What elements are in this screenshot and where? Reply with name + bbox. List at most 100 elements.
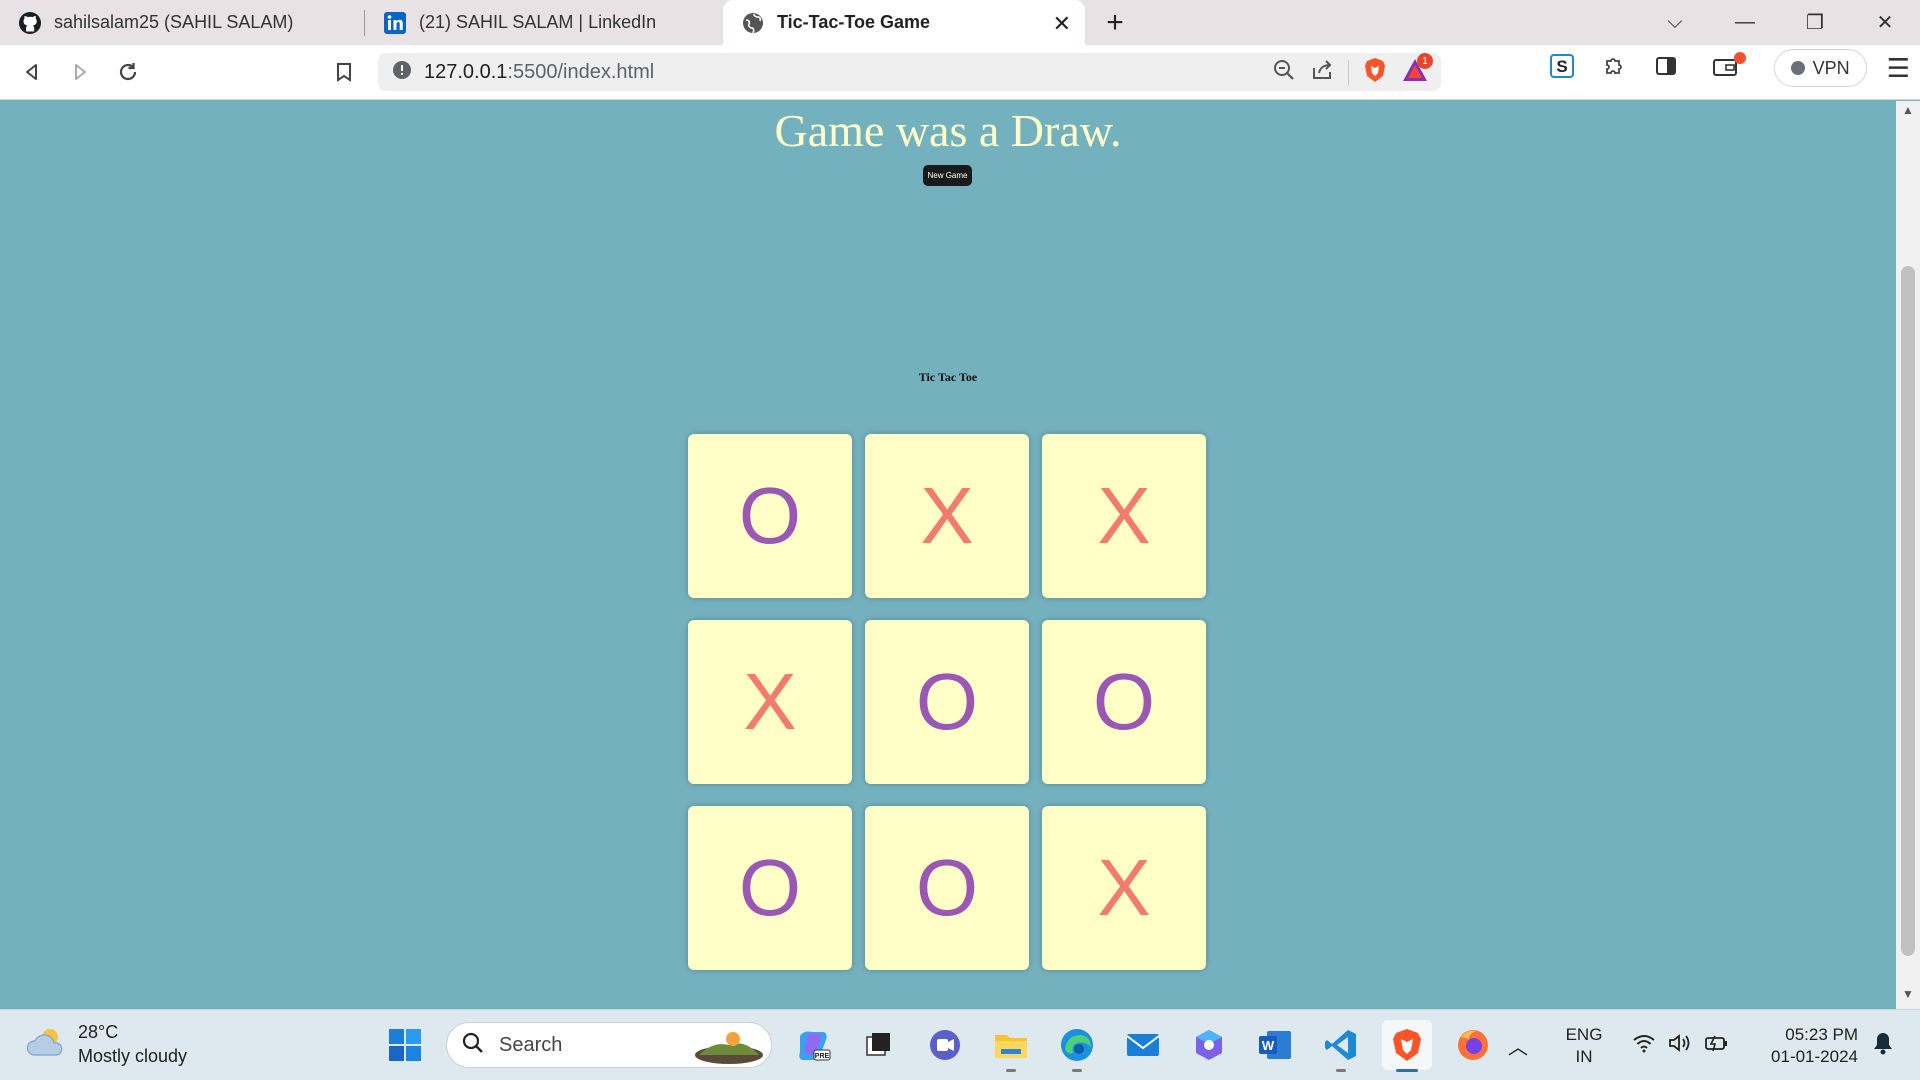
weather-description: Mostly cloudy	[78, 1046, 188, 1066]
game-result-message: Game was a Draw.	[774, 105, 1122, 156]
share-icon[interactable]	[1310, 58, 1334, 87]
scrollbar-thumb[interactable]	[1901, 266, 1915, 956]
scroll-down-arrow-icon[interactable]: ▼	[1896, 987, 1920, 1007]
zoom-icon[interactable]	[1272, 58, 1296, 87]
vpn-label: VPN	[1812, 57, 1850, 78]
board-cell-3[interactable]: X	[1042, 434, 1206, 598]
region-code: IN	[1575, 1046, 1593, 1066]
close-tab-icon[interactable]: ✕	[1053, 11, 1071, 37]
close-window-button[interactable]: ✕	[1850, 10, 1920, 35]
tab-label: sahilsalam25 (SAHIL SALAM)	[54, 12, 294, 32]
show-hidden-icons-chevron-icon[interactable]: ︿	[1508, 1031, 1528, 1060]
wallet-notification-dot	[1733, 51, 1746, 64]
temperature: 28°C	[78, 1022, 119, 1042]
browser-toolbar: 127.0.0.1:5500/index.html 1 S VPN ☰	[0, 45, 1920, 100]
system-tray: ︿ ENG IN 05:23 PM 01-01-2024	[1508, 1010, 1920, 1080]
new-game-button[interactable]: New Game	[923, 165, 972, 186]
word-icon[interactable]: W	[1250, 1020, 1300, 1070]
search-placeholder: Search	[499, 1033, 563, 1056]
battery-charging-icon	[1704, 1033, 1730, 1058]
board-cell-7[interactable]: O	[688, 806, 852, 970]
rewards-badge: 1	[1417, 53, 1433, 69]
divider	[1348, 59, 1349, 86]
language-code: ENG	[1565, 1024, 1603, 1044]
svg-text:W: W	[1262, 1038, 1275, 1053]
taskbar-pinned-apps: Search PRE W	[380, 1018, 1498, 1072]
svg-text:PRE: PRE	[815, 1053, 830, 1060]
board-cell-9[interactable]: X	[1042, 806, 1206, 970]
page-viewport: Game was a Draw. New Game Tic Tac Toe O …	[0, 101, 1896, 1009]
github-icon	[18, 11, 42, 35]
clock[interactable]: 05:23 PM 01-01-2024	[1748, 1024, 1858, 1068]
input-language[interactable]: ENG IN	[1554, 1024, 1614, 1068]
board-cell-2[interactable]: X	[865, 434, 1029, 598]
globe-icon	[741, 11, 765, 35]
file-explorer-icon[interactable]	[986, 1020, 1036, 1072]
task-view-icon[interactable]	[854, 1020, 904, 1070]
brave-rewards-icon[interactable]: 1	[1401, 53, 1433, 88]
weather-widget[interactable]: 28°C Mostly cloudy	[26, 1020, 187, 1068]
windows-taskbar: 28°C Mostly cloudy Search PRE W ︿ ENG IN…	[0, 1009, 1920, 1080]
notifications-bell-icon[interactable]	[1872, 1031, 1894, 1060]
reload-button[interactable]	[104, 48, 152, 96]
tab-tic-tac-toe[interactable]: Tic-Tac-Toe Game ✕	[723, 0, 1085, 45]
extension-s-icon[interactable]: S	[1549, 53, 1574, 83]
windows-start-icon[interactable]	[380, 1020, 430, 1070]
board-cell-8[interactable]: O	[865, 806, 1029, 970]
vscode-icon[interactable]	[1316, 1020, 1366, 1072]
toolbar-extensions: S VPN ☰	[1549, 49, 1910, 87]
board-cell-1[interactable]: O	[688, 434, 852, 598]
back-button[interactable]	[8, 48, 56, 96]
edge-icon[interactable]	[1052, 1020, 1102, 1072]
clock-date: 01-01-2024	[1771, 1046, 1858, 1066]
tab-label: Tic-Tac-Toe Game	[777, 12, 931, 32]
wallet-icon[interactable]	[1712, 51, 1746, 83]
tic-tac-toe-board: O X X X O O O O X	[688, 434, 1208, 970]
search-highlight-icon	[693, 1027, 765, 1070]
forward-button[interactable]	[56, 48, 104, 96]
wifi-icon	[1632, 1033, 1656, 1058]
board-cell-6[interactable]: O	[1042, 620, 1206, 784]
address-bar[interactable]: 127.0.0.1:5500/index.html 1	[378, 53, 1441, 91]
copilot-icon[interactable]: PRE	[788, 1020, 838, 1070]
site-info-icon[interactable]	[392, 60, 412, 85]
restore-button[interactable]: ❐	[1780, 10, 1850, 35]
svg-text:S: S	[1556, 57, 1567, 76]
tab-github[interactable]: sahilsalam25 (SAHIL SALAM)	[0, 0, 365, 45]
window-controls: ⌵ — ❐ ✕	[1640, 0, 1920, 45]
menu-hamburger-icon[interactable]: ☰	[1887, 53, 1910, 84]
minimize-button[interactable]: —	[1710, 11, 1780, 34]
scroll-up-arrow-icon[interactable]: ▲	[1896, 103, 1920, 123]
running-indicator	[1006, 1069, 1016, 1072]
volume-icon	[1668, 1033, 1692, 1058]
browser-tab-strip: sahilsalam25 (SAHIL SALAM) (21) SAHIL SA…	[0, 0, 1920, 45]
linkedin-icon	[383, 11, 407, 35]
game-title: Tic Tac Toe	[918, 370, 978, 384]
cloudy-weather-icon	[26, 1025, 66, 1064]
clock-time: 05:23 PM	[1785, 1024, 1858, 1044]
page-scrollbar[interactable]: ▲ ▼	[1896, 101, 1920, 1009]
board-cell-5[interactable]: O	[865, 620, 1029, 784]
board-cell-4[interactable]: X	[688, 620, 852, 784]
new-tab-button[interactable]: +	[1085, 0, 1145, 45]
active-window-indicator	[1396, 1069, 1418, 1072]
vpn-button[interactable]: VPN	[1773, 49, 1867, 87]
brave-icon[interactable]	[1382, 1020, 1432, 1072]
firefox-icon[interactable]	[1448, 1020, 1498, 1070]
teams-chat-icon[interactable]	[920, 1020, 970, 1070]
tab-label: (21) SAHIL SALAM | LinkedIn	[419, 12, 657, 32]
mail-icon[interactable]	[1118, 1020, 1168, 1070]
bookmark-button[interactable]	[320, 48, 368, 96]
brave-shields-icon[interactable]	[1363, 57, 1387, 88]
url-text[interactable]: 127.0.0.1:5500/index.html	[424, 61, 654, 84]
tab-linkedin[interactable]: (21) SAHIL SALAM | LinkedIn	[365, 0, 723, 45]
network-sound-battery[interactable]	[1614, 1033, 1748, 1058]
taskbar-search-box[interactable]: Search	[446, 1022, 772, 1068]
sidebar-toggle-icon[interactable]	[1654, 54, 1678, 83]
tab-search-chevron-icon[interactable]: ⌵	[1640, 11, 1710, 34]
running-indicator	[1336, 1069, 1346, 1072]
running-indicator	[1072, 1069, 1082, 1072]
extensions-puzzle-icon[interactable]	[1602, 54, 1626, 83]
vpn-status-icon	[1790, 61, 1805, 75]
copilot-app-icon[interactable]	[1184, 1020, 1234, 1070]
